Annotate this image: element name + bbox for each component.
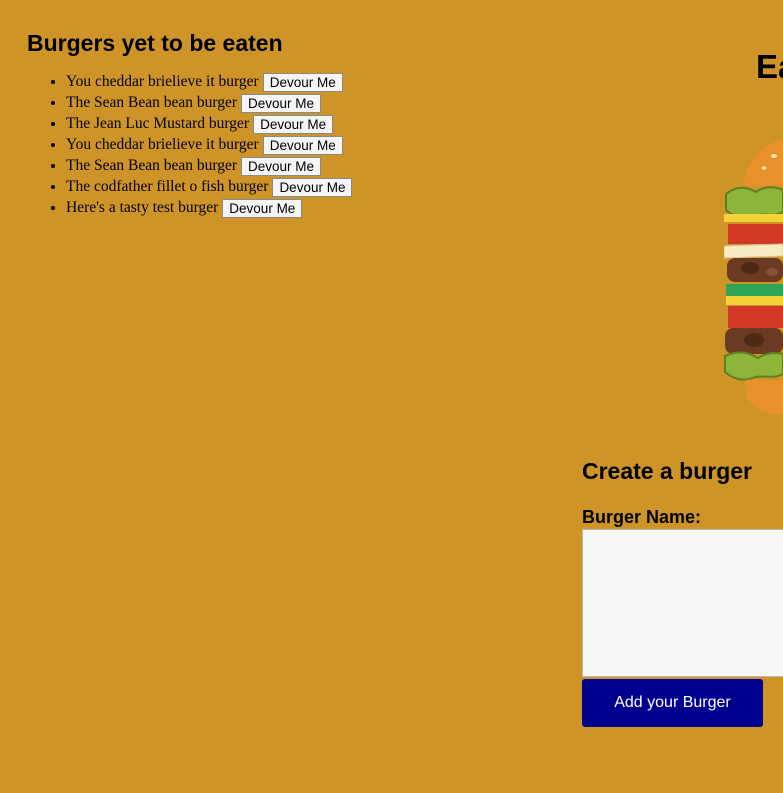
uneaten-heading: Burgers yet to be eaten bbox=[27, 30, 283, 56]
burger-name: You cheddar brielieve it burger bbox=[66, 136, 259, 153]
devour-button[interactable]: Devour Me bbox=[222, 198, 303, 218]
devour-button[interactable]: Devour Me bbox=[241, 93, 322, 113]
list-item: The codfather fillet o fish burgerDevour… bbox=[66, 176, 447, 197]
burger-name: Here's a tasty test burger bbox=[66, 199, 219, 216]
devour-button[interactable]: Devour Me bbox=[272, 177, 353, 197]
uneaten-list: You cheddar brielieve it burgerDevour Me… bbox=[27, 71, 447, 218]
list-item: The Sean Bean bean burgerDevour Me bbox=[66, 92, 447, 113]
create-heading: Create a burger bbox=[582, 458, 753, 484]
list-item: The Jean Luc Mustard burgerDevour Me bbox=[66, 113, 447, 134]
page-title: Ea bbox=[756, 48, 783, 85]
devour-button[interactable]: Devour Me bbox=[241, 156, 322, 176]
burger-name: The Jean Luc Mustard burger bbox=[66, 115, 250, 132]
burger-name-input[interactable] bbox=[582, 529, 783, 677]
devour-button[interactable]: Devour Me bbox=[262, 135, 343, 155]
burger-name: The Sean Bean bean burger bbox=[66, 157, 238, 174]
burger-name-label: Burger Name: bbox=[582, 507, 702, 527]
burger-image bbox=[724, 140, 783, 415]
uneaten-section: Burgers yet to be eaten You cheddar brie… bbox=[27, 28, 447, 218]
list-item: The Sean Bean bean burgerDevour Me bbox=[66, 155, 447, 176]
list-item: You cheddar brielieve it burgerDevour Me bbox=[66, 71, 447, 92]
list-item: You cheddar brielieve it burgerDevour Me bbox=[66, 134, 447, 155]
burger-name: The Sean Bean bean burger bbox=[66, 94, 238, 111]
burger-name: You cheddar brielieve it burger bbox=[66, 73, 259, 90]
list-item: Here's a tasty test burgerDevour Me bbox=[66, 197, 447, 218]
devour-button[interactable]: Devour Me bbox=[262, 72, 343, 92]
devour-button[interactable]: Devour Me bbox=[253, 114, 334, 134]
burger-name: The codfather fillet o fish burger bbox=[66, 178, 269, 195]
add-burger-button[interactable]: Add your Burger bbox=[582, 679, 763, 727]
